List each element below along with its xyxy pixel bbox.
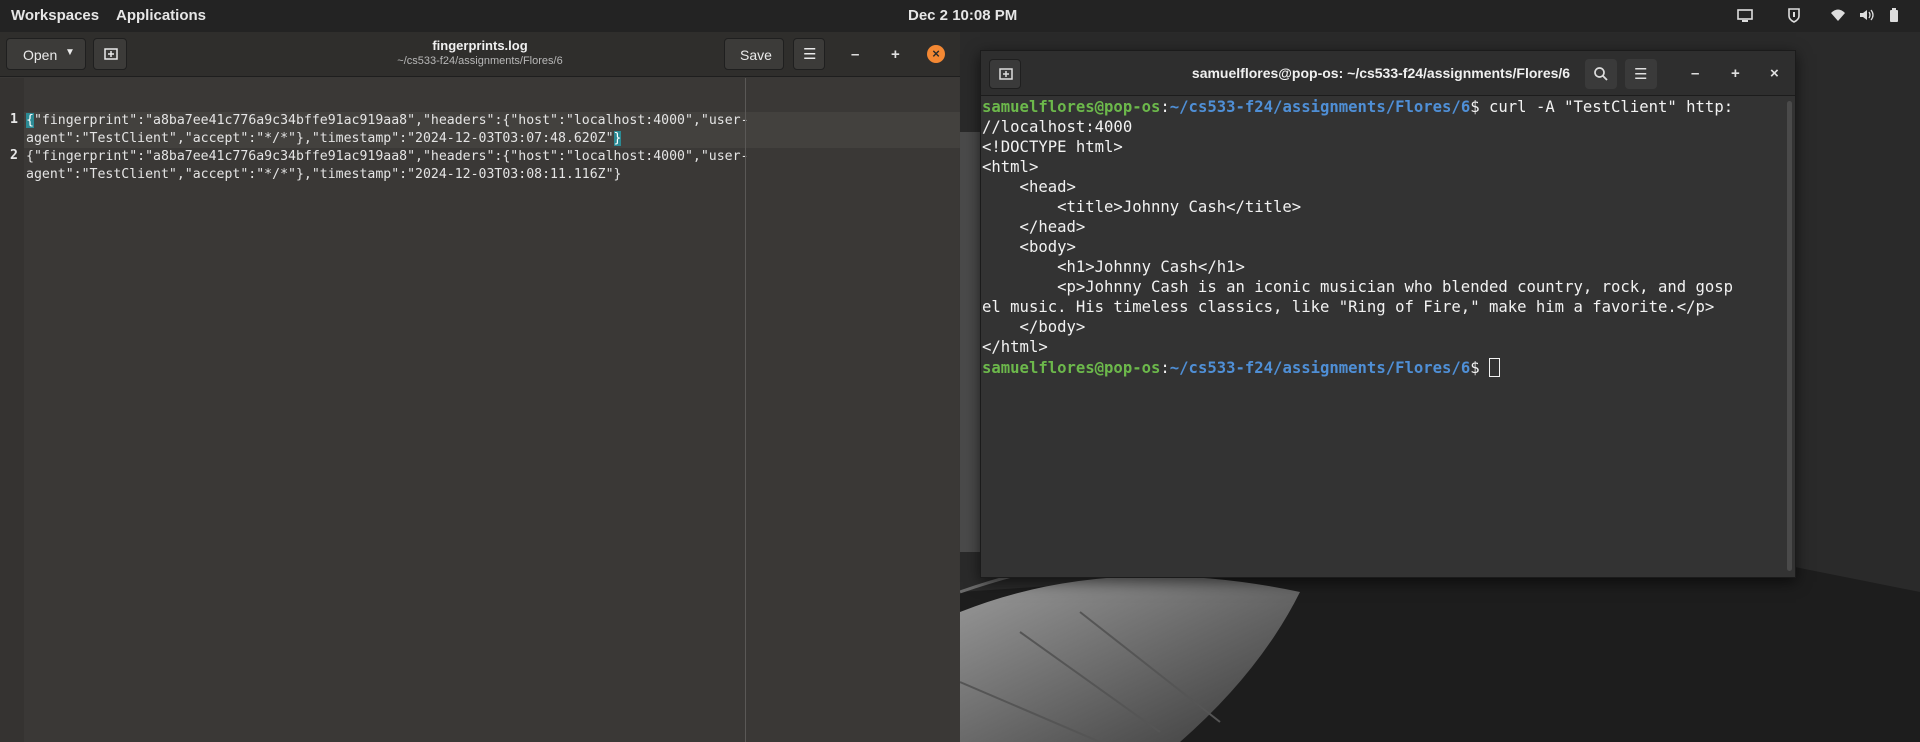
- top-panel: Workspaces Applications Dec 2 10:08 PM: [0, 0, 1920, 32]
- display-icon[interactable]: [1737, 7, 1753, 23]
- right-margin-line: [745, 78, 746, 742]
- hamburger-menu-button[interactable]: ☰: [1625, 59, 1657, 89]
- prompt-user: samuelflores@pop-os: [982, 359, 1161, 377]
- battery-icon[interactable]: [1886, 7, 1902, 23]
- maximize-button[interactable]: +: [1731, 65, 1740, 82]
- output-line: </head>: [982, 218, 1086, 236]
- output-line: <h1>Johnny Cash</h1>: [982, 258, 1245, 276]
- text-fragment: "fingerprint":"a8ba7ee41c776a9c34bffe91a…: [33, 113, 749, 128]
- wifi-icon[interactable]: [1830, 7, 1846, 23]
- vpn-icon[interactable]: [1786, 7, 1802, 23]
- new-tab-icon: [999, 68, 1013, 80]
- prompt-path: ~/cs533-f24/assignments/Flores/6: [1169, 359, 1471, 377]
- terminal-title: samuelflores@pop-os: ~/cs533-f24/assignm…: [1191, 65, 1571, 81]
- prompt-separator: :: [1160, 98, 1170, 116]
- search-icon: [1594, 67, 1608, 81]
- text-line: agent":"TestClient","accept":"*/*"},"tim…: [26, 167, 622, 182]
- text-line: agent":"TestClient","accept":"*/*"},"tim…: [26, 130, 622, 148]
- scrollbar[interactable]: [1787, 101, 1792, 571]
- save-label: Save: [740, 47, 772, 63]
- text-line: {"fingerprint":"a8ba7ee41c776a9c34bffe91…: [26, 149, 749, 164]
- text-editor-area[interactable]: {"fingerprint":"a8ba7ee41c776a9c34bffe91…: [24, 78, 960, 742]
- open-label: Open: [23, 47, 58, 63]
- hamburger-icon: ☰: [803, 46, 817, 63]
- output-line: el music. His timeless classics, like "R…: [982, 298, 1715, 316]
- open-button[interactable]: Open ▼: [6, 38, 86, 70]
- command-text: curl -A "TestClient" http:: [1489, 98, 1734, 116]
- workspaces-button[interactable]: Workspaces: [11, 7, 99, 24]
- text-line: {"fingerprint":"a8ba7ee41c776a9c34bffe91…: [26, 112, 749, 130]
- maximize-button[interactable]: +: [891, 46, 900, 63]
- output-line: <head>: [982, 178, 1076, 196]
- output-line: //localhost:4000: [982, 118, 1133, 136]
- chevron-down-icon: ▼: [65, 47, 75, 58]
- new-tab-icon: [104, 48, 118, 60]
- terminal-headerbar: samuelflores@pop-os: ~/cs533-f24/assignm…: [981, 51, 1795, 96]
- volume-icon[interactable]: [1858, 7, 1874, 23]
- text-fragment: agent":"TestClient","accept":"*/*"},"tim…: [26, 131, 614, 146]
- bracket-match: }: [613, 131, 622, 146]
- text-editor-window: Open ▼ fingerprints.log ~/cs533-f24/assi…: [0, 32, 960, 742]
- hamburger-icon: ☰: [1634, 66, 1648, 83]
- bracket-match: {: [26, 113, 34, 128]
- line-number: 2: [10, 148, 18, 163]
- minimize-button[interactable]: –: [851, 46, 859, 63]
- prompt-dollar: $: [1470, 98, 1489, 116]
- search-button[interactable]: [1585, 59, 1617, 89]
- applications-button[interactable]: Applications: [116, 7, 206, 24]
- output-line: <body>: [982, 238, 1076, 256]
- new-document-button[interactable]: [93, 38, 127, 70]
- output-line: <title>Johnny Cash</title>: [982, 198, 1302, 216]
- output-line: <p>Johnny Cash is an iconic musician who…: [982, 278, 1734, 296]
- output-line: </html>: [982, 338, 1048, 356]
- save-button[interactable]: Save: [724, 38, 784, 70]
- minimize-button[interactable]: –: [1691, 65, 1699, 82]
- terminal-window: samuelflores@pop-os: ~/cs533-f24/assignm…: [980, 50, 1796, 578]
- prompt-user: samuelflores@pop-os: [982, 98, 1161, 116]
- close-button[interactable]: ×: [927, 45, 945, 63]
- terminal-output[interactable]: samuelflores@pop-os:~/cs533-f24/assignme…: [981, 97, 1785, 577]
- line-number-gutter: 1 2: [0, 78, 24, 742]
- prompt-dollar: $: [1470, 359, 1489, 377]
- output-line: <html>: [982, 158, 1039, 176]
- line-number: 1: [10, 112, 18, 127]
- prompt-line: samuelflores@pop-os:~/cs533-f24/assignme…: [982, 358, 1500, 377]
- prompt-path: ~/cs533-f24/assignments/Flores/6: [1169, 98, 1471, 116]
- new-tab-button[interactable]: [989, 59, 1021, 89]
- editor-headerbar: Open ▼ fingerprints.log ~/cs533-f24/assi…: [0, 32, 960, 77]
- document-title: fingerprints.log: [432, 38, 528, 53]
- close-button[interactable]: ×: [1770, 65, 1779, 82]
- document-path: ~/cs533-f24/assignments/Flores/6: [397, 55, 563, 67]
- output-line: <!DOCTYPE html>: [982, 138, 1123, 156]
- clock[interactable]: Dec 2 10:08 PM: [908, 7, 1017, 24]
- output-line: </body>: [982, 318, 1086, 336]
- prompt-separator: :: [1160, 359, 1170, 377]
- text-cursor: [1489, 358, 1500, 377]
- command-line: samuelflores@pop-os:~/cs533-f24/assignme…: [982, 98, 1733, 116]
- hamburger-menu-button[interactable]: ☰: [793, 38, 825, 70]
